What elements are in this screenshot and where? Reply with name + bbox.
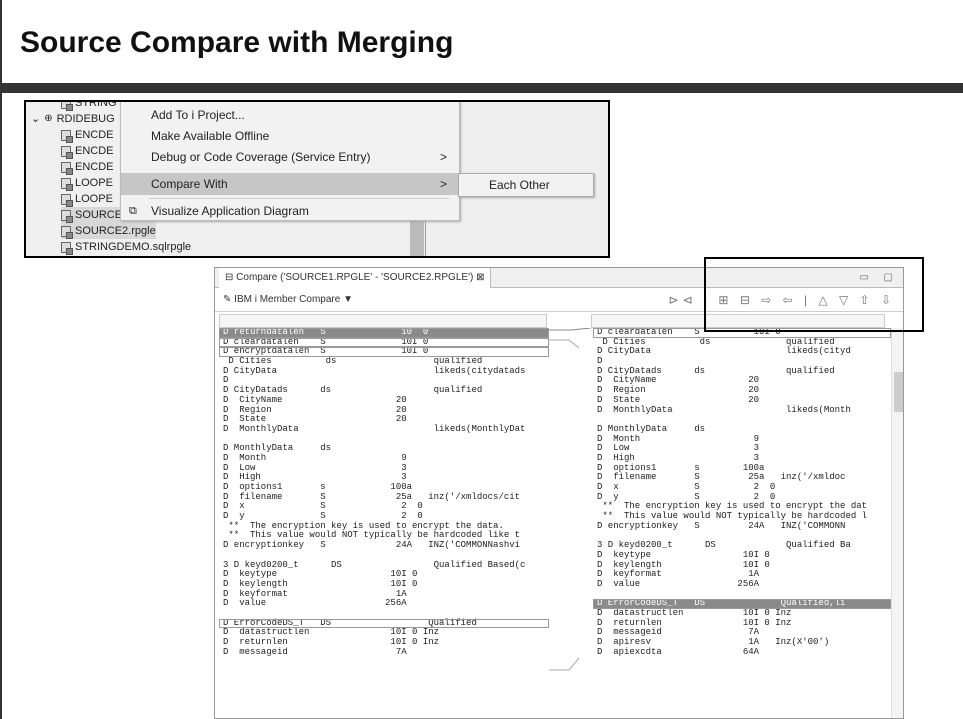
diff-connector bbox=[549, 339, 580, 349]
editor-tab-title: Compare ('SOURCE1.RPGLE' - 'SOURCE2.RPGL… bbox=[236, 272, 474, 283]
callout-box-menu bbox=[24, 100, 610, 258]
code-line[interactable]: D MonthlyData likeds(MonthlyDat bbox=[219, 424, 549, 435]
compare-type-label: IBM i Member Compare bbox=[234, 294, 341, 305]
left-pane-header bbox=[219, 314, 547, 328]
diff-connector bbox=[549, 328, 591, 331]
compare-editor: ⊟ Compare ('SOURCE1.RPGLE' - 'SOURCE2.RP… bbox=[214, 267, 904, 719]
diff-connector bbox=[549, 657, 580, 671]
compare-icon: ⊟ bbox=[225, 272, 237, 283]
code-line[interactable]: D value 256A bbox=[219, 599, 549, 609]
code-line[interactable]: D apiexcdta 64A bbox=[593, 647, 891, 658]
code-line[interactable]: D MonthlyData likeds(Month bbox=[593, 405, 891, 416]
code-line[interactable]: D messageid 7A bbox=[219, 647, 549, 658]
code-line[interactable]: D CityData likeds(cityd bbox=[593, 347, 891, 357]
slide: Source Compare with Merging STRING ⌄ ⊕ RDI… bbox=[0, 0, 963, 719]
title-bar: Source Compare with Merging bbox=[2, 0, 963, 82]
editor-tab[interactable]: ⊟ Compare ('SOURCE1.RPGLE' - 'SOURCE2.RP… bbox=[219, 268, 492, 288]
code-line[interactable]: D encryptionkey S 24A INZ('COMMONNashvi bbox=[219, 540, 549, 551]
close-icon[interactable]: ⊠ bbox=[476, 272, 484, 283]
chevron-down-icon: ▼ bbox=[343, 294, 353, 305]
callout-box-toolbar bbox=[704, 257, 924, 332]
slide-title: Source Compare with Merging bbox=[20, 26, 454, 59]
left-code-pane[interactable]: D returndatalen S 10 0D cleardatalen S 1… bbox=[219, 328, 549, 718]
compare-type-dropdown[interactable]: ✎ IBM i Member Compare ▼ bbox=[223, 288, 353, 312]
code-line[interactable]: D value 256A bbox=[593, 579, 891, 590]
code-line[interactable]: D encryptionkey S 24A INZ('COMMONN bbox=[593, 521, 891, 532]
code-line[interactable]: D CityData likeds(citydatads bbox=[219, 366, 549, 377]
vertical-scrollbar[interactable] bbox=[891, 328, 903, 718]
pencil-icon: ✎ bbox=[223, 294, 235, 305]
diff-gutter bbox=[549, 328, 591, 671]
scroll-thumb[interactable] bbox=[894, 372, 903, 412]
right-code-pane[interactable]: D cleardatalen S 10I 0 D Cities ds quali… bbox=[593, 328, 891, 718]
title-divider bbox=[2, 83, 963, 93]
